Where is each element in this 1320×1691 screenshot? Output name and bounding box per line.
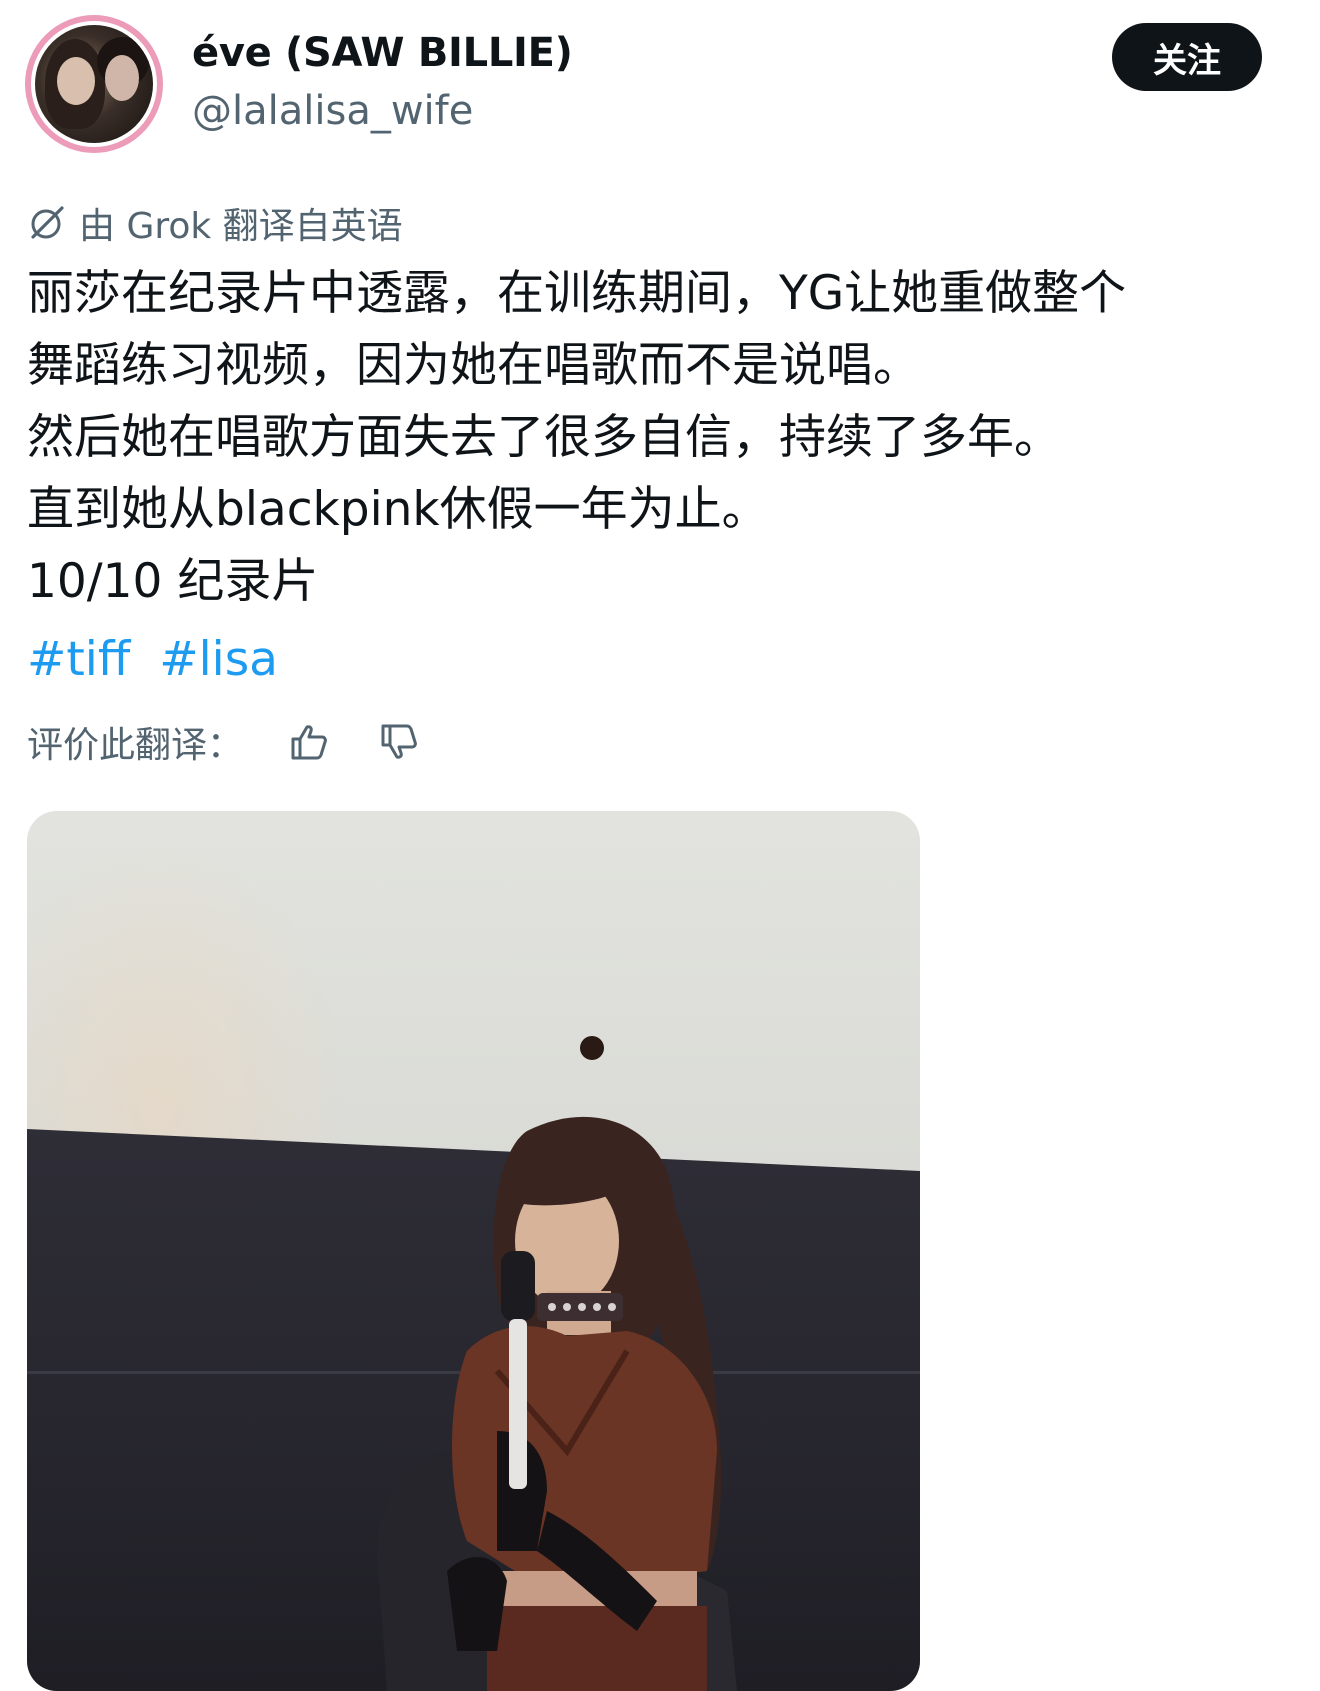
rate-translation-label: 评价此翻译： [27, 725, 244, 766]
follow-button[interactable]: 关注 [1112, 23, 1262, 91]
tweet-line: 然后她在唱歌方面失去了很多自信，持续了多年。 [27, 410, 1061, 465]
tweet-photo[interactable] [27, 811, 920, 1691]
tweet-text: 丽莎在纪录片中透露，在训练期间，YG让她重做整个 舞蹈练习视频，因为她在唱歌而不… [27, 258, 1297, 618]
avatar[interactable] [25, 15, 163, 153]
photo-performer [377, 1036, 737, 1691]
hashtags: #tiff #lisa [27, 624, 292, 696]
translation-note[interactable]: 由 Grok 翻译自英语 [27, 197, 403, 249]
thumbs-up-button[interactable] [285, 718, 333, 766]
thumbs-up-icon [291, 725, 327, 760]
avatar-image [35, 25, 153, 143]
hashtag-lisa[interactable]: #lisa [159, 632, 278, 687]
user-handle[interactable]: @lalalisa_wife [192, 88, 473, 134]
tweet-line: 10/10 纪录片 [27, 554, 319, 609]
tweet-line: 舞蹈练习视频，因为她在唱歌而不是说唱。 [27, 338, 920, 393]
display-name[interactable]: éve (SAW BILLIE) [192, 30, 573, 76]
tweet-line: 丽莎在纪录片中透露，在训练期间，YG让她重做整个 [27, 266, 1127, 321]
tweet-line: 直到她从blackpink休假一年为止。 [27, 482, 769, 537]
rate-translation-row: 评价此翻译： [27, 712, 423, 772]
grok-icon [31, 206, 64, 239]
thumbs-down-button[interactable] [375, 718, 423, 766]
thumbs-down-icon [381, 724, 417, 759]
hashtag-tiff[interactable]: #tiff [27, 632, 130, 687]
translation-note-text: 由 Grok 翻译自英语 [79, 206, 403, 247]
